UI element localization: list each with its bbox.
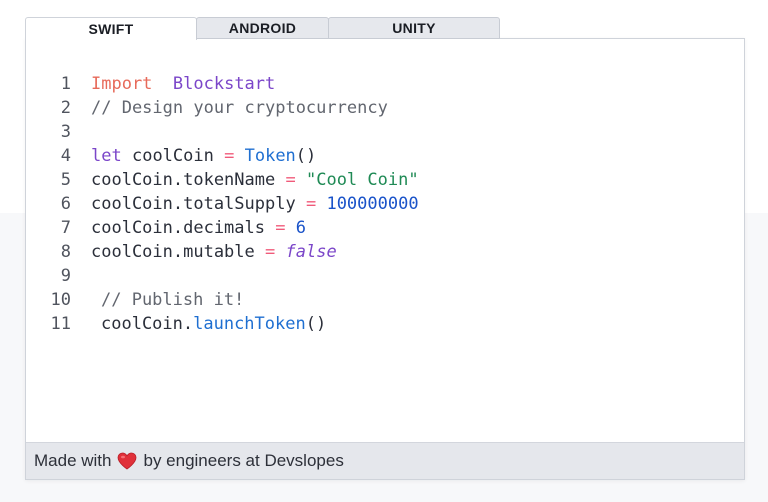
line-number: 10 xyxy=(50,290,71,310)
tab-android[interactable]: ANDROID xyxy=(196,17,329,39)
line-number: 3 xyxy=(60,122,71,142)
footer-suffix: by engineers at Devslopes xyxy=(143,451,344,470)
line-number: 9 xyxy=(60,266,71,286)
assign-operator: = xyxy=(275,218,286,238)
line-number: 4 xyxy=(60,146,71,166)
line-number: 11 xyxy=(50,314,71,334)
code-line: 8 coolCoin.mutable = false xyxy=(26,240,744,264)
code-line: 11 coolCoin.launchToken() xyxy=(26,312,744,336)
assign-operator: = xyxy=(224,146,235,166)
property-access: coolCoin.totalSupply xyxy=(91,194,296,214)
language-tabs: SWIFT ANDROID UNITY xyxy=(25,17,500,40)
property-access: coolCoin.decimals xyxy=(91,218,265,238)
assign-operator: = xyxy=(285,170,296,190)
footer-prefix: Made with xyxy=(34,451,112,470)
assign-operator: = xyxy=(305,194,317,214)
code-editor: 1 Import Blockstart 2 // Design your cry… xyxy=(26,72,744,336)
code-line: 6 coolCoin.totalSupply = 100000000 xyxy=(26,192,744,216)
code-line: 1 Import Blockstart xyxy=(26,72,744,96)
property-access: coolCoin.mutable xyxy=(91,242,255,262)
heart-icon xyxy=(117,452,137,470)
code-line: 9 xyxy=(26,264,744,288)
tab-unity[interactable]: UNITY xyxy=(328,17,500,39)
method-name: launchToken xyxy=(193,314,306,334)
code-card: 1 Import Blockstart 2 // Design your cry… xyxy=(25,38,745,480)
variable-name: coolCoin xyxy=(131,146,214,166)
let-keyword: let xyxy=(91,146,122,166)
code-line: 2 // Design your cryptocurrency xyxy=(26,96,744,120)
line-number: 6 xyxy=(60,194,71,214)
parens: () xyxy=(305,314,327,334)
code-line: 5 coolCoin.tokenName = "Cool Coin" xyxy=(26,168,744,192)
parens: () xyxy=(295,146,317,166)
footer-bar: Made with by engineers at Devslopes xyxy=(26,442,744,479)
line-number: 8 xyxy=(60,242,71,262)
type-name: Token xyxy=(244,146,296,166)
line-number: 2 xyxy=(60,98,71,118)
tab-swift[interactable]: SWIFT xyxy=(25,17,197,40)
code-comment: // Publish it! xyxy=(101,290,245,310)
number-literal: 100000000 xyxy=(326,194,419,214)
property-access: coolCoin.tokenName xyxy=(91,170,276,190)
line-number: 5 xyxy=(60,170,71,190)
code-line: 3 xyxy=(26,120,744,144)
import-keyword: Import xyxy=(91,74,153,94)
object-reference: coolCoin. xyxy=(101,314,194,334)
code-line: 10 // Publish it! xyxy=(26,288,744,312)
line-number: 1 xyxy=(60,74,71,94)
line-number: 7 xyxy=(60,218,71,238)
code-comment: // Design your cryptocurrency xyxy=(91,98,388,118)
assign-operator: = xyxy=(265,242,276,262)
code-line: 4 let coolCoin = Token() xyxy=(26,144,744,168)
module-name: Blockstart xyxy=(172,74,276,94)
boolean-literal: false xyxy=(285,242,337,262)
code-line: 7 coolCoin.decimals = 6 xyxy=(26,216,744,240)
string-literal: "Cool Coin" xyxy=(305,170,419,190)
number-literal: 6 xyxy=(295,218,306,238)
